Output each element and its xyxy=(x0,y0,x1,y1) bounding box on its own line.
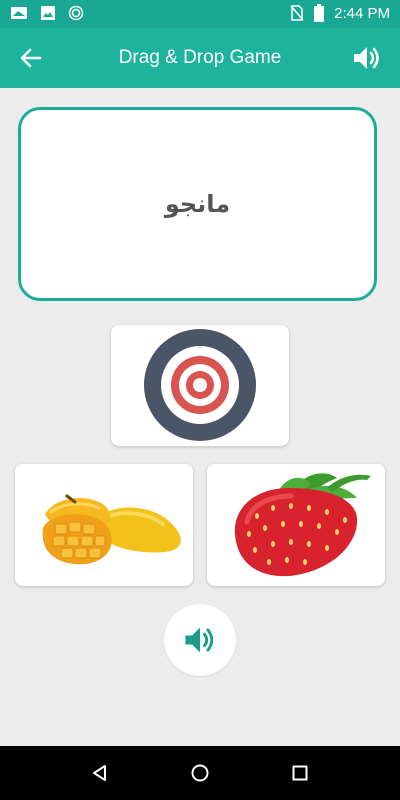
back-triangle-icon[interactable] xyxy=(90,763,110,783)
page-title: Drag & Drop Game xyxy=(118,47,282,68)
target-icon xyxy=(144,329,256,441)
strawberry-option-card[interactable] xyxy=(207,464,385,586)
app-bar: Drag & Drop Game xyxy=(0,28,400,88)
mango-option-card[interactable] xyxy=(15,464,193,586)
target-word: مانجو xyxy=(164,190,231,218)
no-sim-icon xyxy=(290,5,304,21)
home-circle-icon[interactable] xyxy=(190,763,210,783)
word-card: مانجو xyxy=(18,107,377,301)
clock: 2:44 PM xyxy=(334,4,390,22)
recents-square-icon[interactable] xyxy=(290,763,310,783)
play-sound-button[interactable] xyxy=(164,604,236,676)
mango-image xyxy=(42,494,181,565)
notification-icon xyxy=(11,7,27,19)
image-icon xyxy=(41,6,55,20)
speaker-icon[interactable] xyxy=(350,42,382,74)
sync-icon xyxy=(68,5,84,21)
navigation-bar xyxy=(0,746,400,800)
status-bar: 2:44 PM xyxy=(0,0,400,28)
speaker-icon xyxy=(185,627,214,653)
drop-target-card[interactable] xyxy=(111,325,289,446)
strawberry-image xyxy=(234,473,371,577)
battery-icon xyxy=(314,4,325,22)
